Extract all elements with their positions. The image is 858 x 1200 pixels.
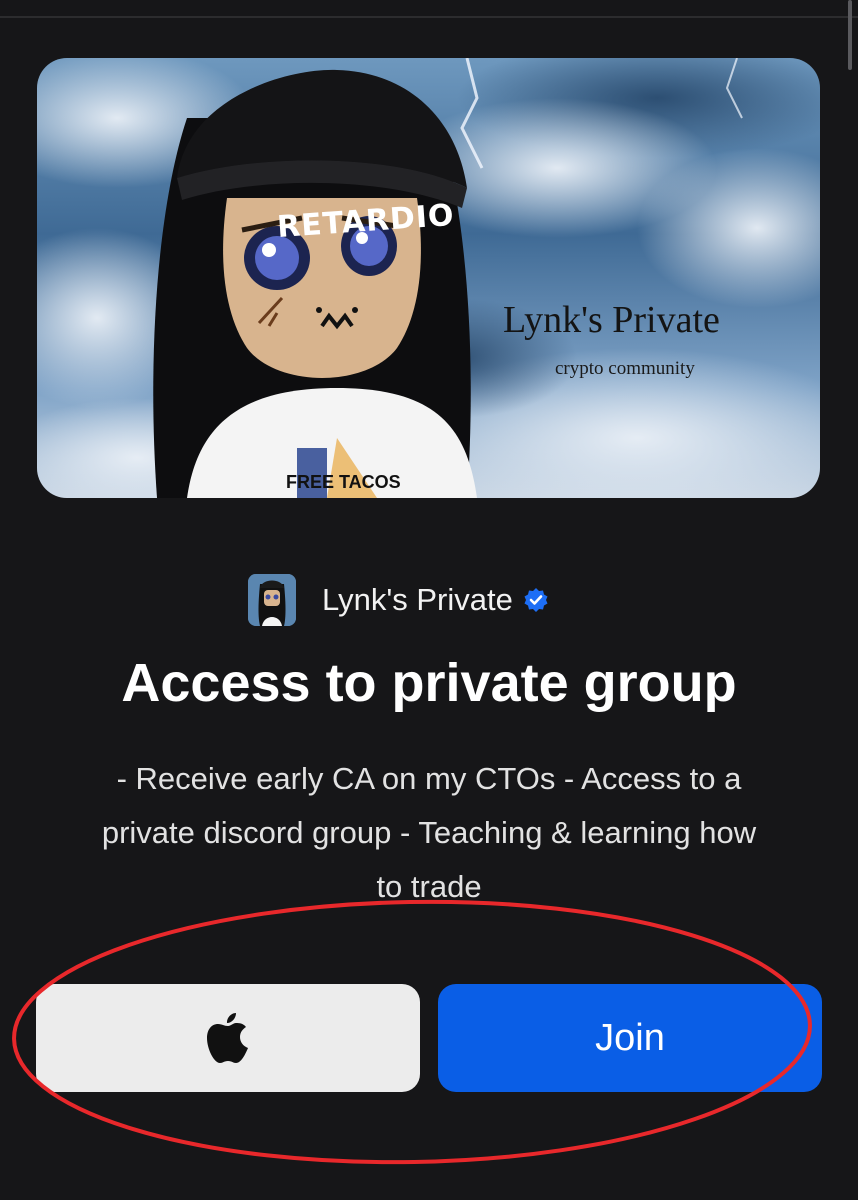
top-divider (0, 16, 858, 18)
product-description: - Receive early CA on my CTOs - Access t… (101, 761, 757, 904)
creator-avatar (248, 574, 296, 626)
creator-row[interactable]: Lynk's Private (248, 574, 549, 626)
banner-subtitle: crypto community (555, 358, 695, 379)
shirt-text: FREE TACOS (286, 472, 401, 492)
page: RETARDIO FREE TACOS Lynk's Private crypt… (0, 0, 858, 1200)
scrollbar[interactable] (848, 0, 852, 70)
apple-pay-button[interactable] (36, 984, 420, 1092)
banner-image: RETARDIO FREE TACOS Lynk's Private crypt… (37, 58, 820, 498)
join-button-label: Join (595, 1016, 665, 1059)
product-title: Access to private group (121, 653, 737, 713)
apple-logo-icon (207, 1013, 248, 1063)
banner-artwork (37, 58, 820, 498)
creator-name[interactable]: Lynk's Private (322, 582, 513, 618)
join-button[interactable]: Join (438, 984, 822, 1092)
banner-title: Lynk's Private (503, 299, 720, 341)
verified-badge-icon (524, 588, 548, 612)
